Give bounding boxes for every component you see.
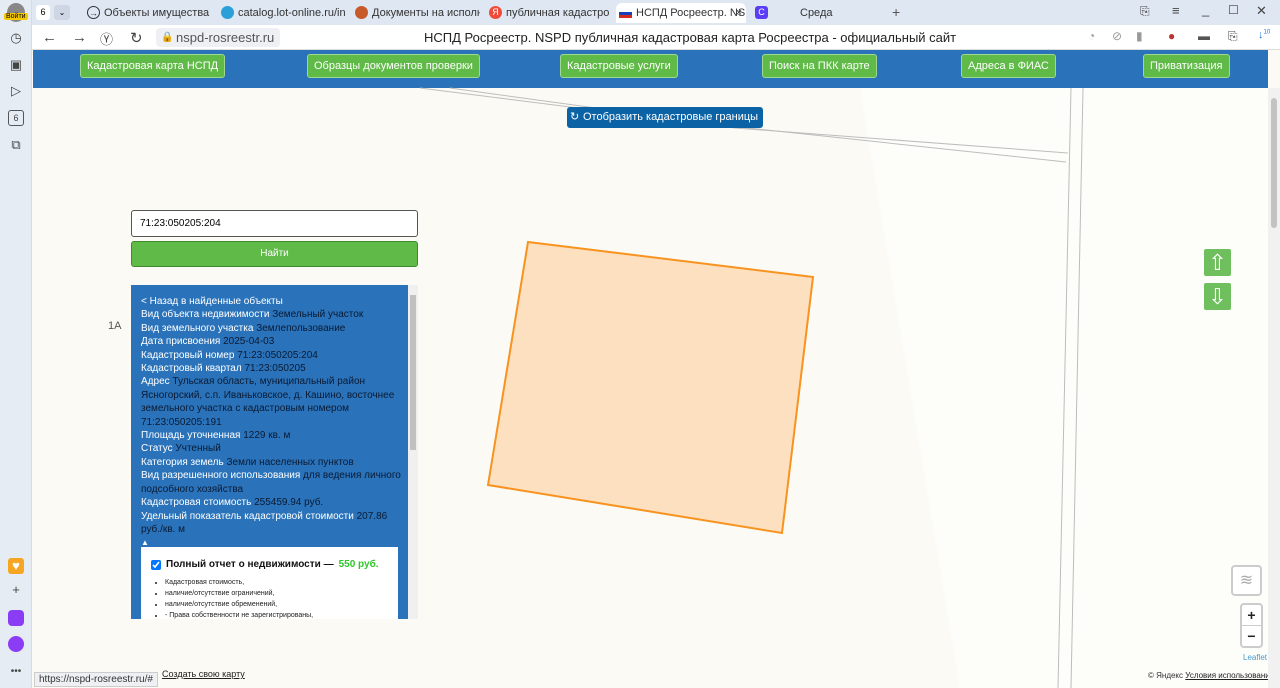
- info-key: Кадастровый квартал: [141, 363, 242, 375]
- find-button[interactable]: Найти: [131, 241, 418, 267]
- show-cadastral-borders-button[interactable]: ↻ Отобразить кадастровые границы: [567, 107, 764, 128]
- scroll-down-arrow-button[interactable]: ⇩: [1204, 283, 1231, 310]
- info-row: Вид земельного участка Землепользование: [141, 322, 401, 335]
- zoom-control: + −: [1240, 603, 1263, 648]
- info-value: Тульская область, муниципальный район Яс…: [141, 376, 395, 428]
- report-item: Кадастровая стоимость,: [165, 577, 388, 588]
- layers-button[interactable]: ≋: [1231, 565, 1262, 596]
- info-key: Кадастровый номер: [141, 349, 235, 361]
- info-key: Статус: [141, 443, 173, 455]
- info-row: Площадь уточненная 1229 кв. м: [141, 429, 401, 442]
- object-info-panel: < Назад в найденные объекты Вид объекта …: [131, 285, 418, 619]
- info-value: 71:23:050205:204: [237, 349, 318, 361]
- info-value: Учтенный: [175, 443, 221, 455]
- map-label: 1А: [108, 320, 122, 332]
- report-checkbox[interactable]: [151, 559, 161, 570]
- status-url-tooltip: https://nspd-rosreestr.ru/#: [34, 672, 158, 687]
- refresh-icon: ↻: [570, 111, 580, 123]
- info-key: Вид объекта недвижимости: [141, 309, 270, 321]
- zoom-in-button[interactable]: +: [1242, 605, 1261, 625]
- info-key: Площадь уточненная: [141, 430, 241, 442]
- info-row: Удельный показатель кадастровой стоимост…: [141, 510, 401, 537]
- info-key: Категория земель: [141, 456, 224, 468]
- report-item: наличие/отсутствие ограничений,: [165, 588, 388, 599]
- info-row: Вид разрешенного использования для веден…: [141, 469, 401, 496]
- info-value: 71:23:050205: [244, 363, 306, 375]
- back-to-results-link[interactable]: < Назад в найденные объекты: [141, 295, 401, 308]
- info-row: Статус Учтенный: [141, 442, 401, 455]
- report-price: 550 руб.: [338, 559, 379, 570]
- info-key: Вид земельного участка: [141, 322, 254, 334]
- info-row: Категория земель Земли населенных пункто…: [141, 456, 401, 469]
- info-key: Адрес: [141, 376, 170, 388]
- info-row: Кадастровая стоимость 255459.94 руб.: [141, 496, 401, 509]
- leaflet-link[interactable]: Leaflet: [1243, 653, 1267, 662]
- info-row: Дата присвоения 2025-04-03: [141, 335, 401, 348]
- info-key: Дата присвоения: [141, 336, 221, 348]
- info-row: Адрес Тульская область, муниципальный ра…: [141, 375, 401, 429]
- report-item: наличие/отсутствие обременений,: [165, 599, 388, 610]
- create-map-link[interactable]: Создать свою карту: [162, 669, 245, 679]
- terms-link[interactable]: Условия использования: [1185, 671, 1274, 680]
- map-attribution: © Яндекс Условия использования: [1148, 671, 1274, 680]
- info-scrollbar[interactable]: [408, 285, 418, 619]
- scroll-up-arrow-button[interactable]: ⇧: [1204, 249, 1231, 276]
- info-value: Земельный участок: [272, 309, 364, 321]
- info-value: Земли населенных пунктов: [226, 456, 354, 468]
- info-key: Вид разрешенного использования: [141, 470, 301, 482]
- show-borders-label: Отобразить кадастровые границы: [583, 111, 759, 123]
- info-row: Вид объекта недвижимости Земельный участ…: [141, 308, 401, 321]
- report-offer: Полный отчет о недвижимости — 550 руб. Ка…: [141, 547, 398, 619]
- info-key: Удельный показатель кадастровой стоимост…: [141, 510, 354, 522]
- info-value: Землепользование: [256, 322, 346, 334]
- info-key: Кадастровая стоимость: [141, 497, 252, 509]
- land-plot-polygon[interactable]: [486, 240, 815, 535]
- info-value: 2025-04-03: [223, 336, 275, 348]
- page-scrollbar[interactable]: [1268, 88, 1280, 688]
- info-value: 255459.94 руб.: [254, 497, 324, 509]
- info-value: 1229 кв. м: [243, 430, 291, 442]
- report-item: - Права собственности не зарегистрирован…: [165, 610, 388, 619]
- attribution-text: © Яндекс: [1148, 671, 1184, 680]
- info-row: Кадастровый квартал 71:23:050205: [141, 362, 401, 375]
- info-row: Кадастровый номер 71:23:050205:204: [141, 349, 401, 362]
- cadastral-search-input[interactable]: 71:23:050205:204: [131, 210, 418, 237]
- zoom-out-button[interactable]: −: [1242, 625, 1261, 645]
- report-title: Полный отчет о недвижимости —: [166, 559, 334, 570]
